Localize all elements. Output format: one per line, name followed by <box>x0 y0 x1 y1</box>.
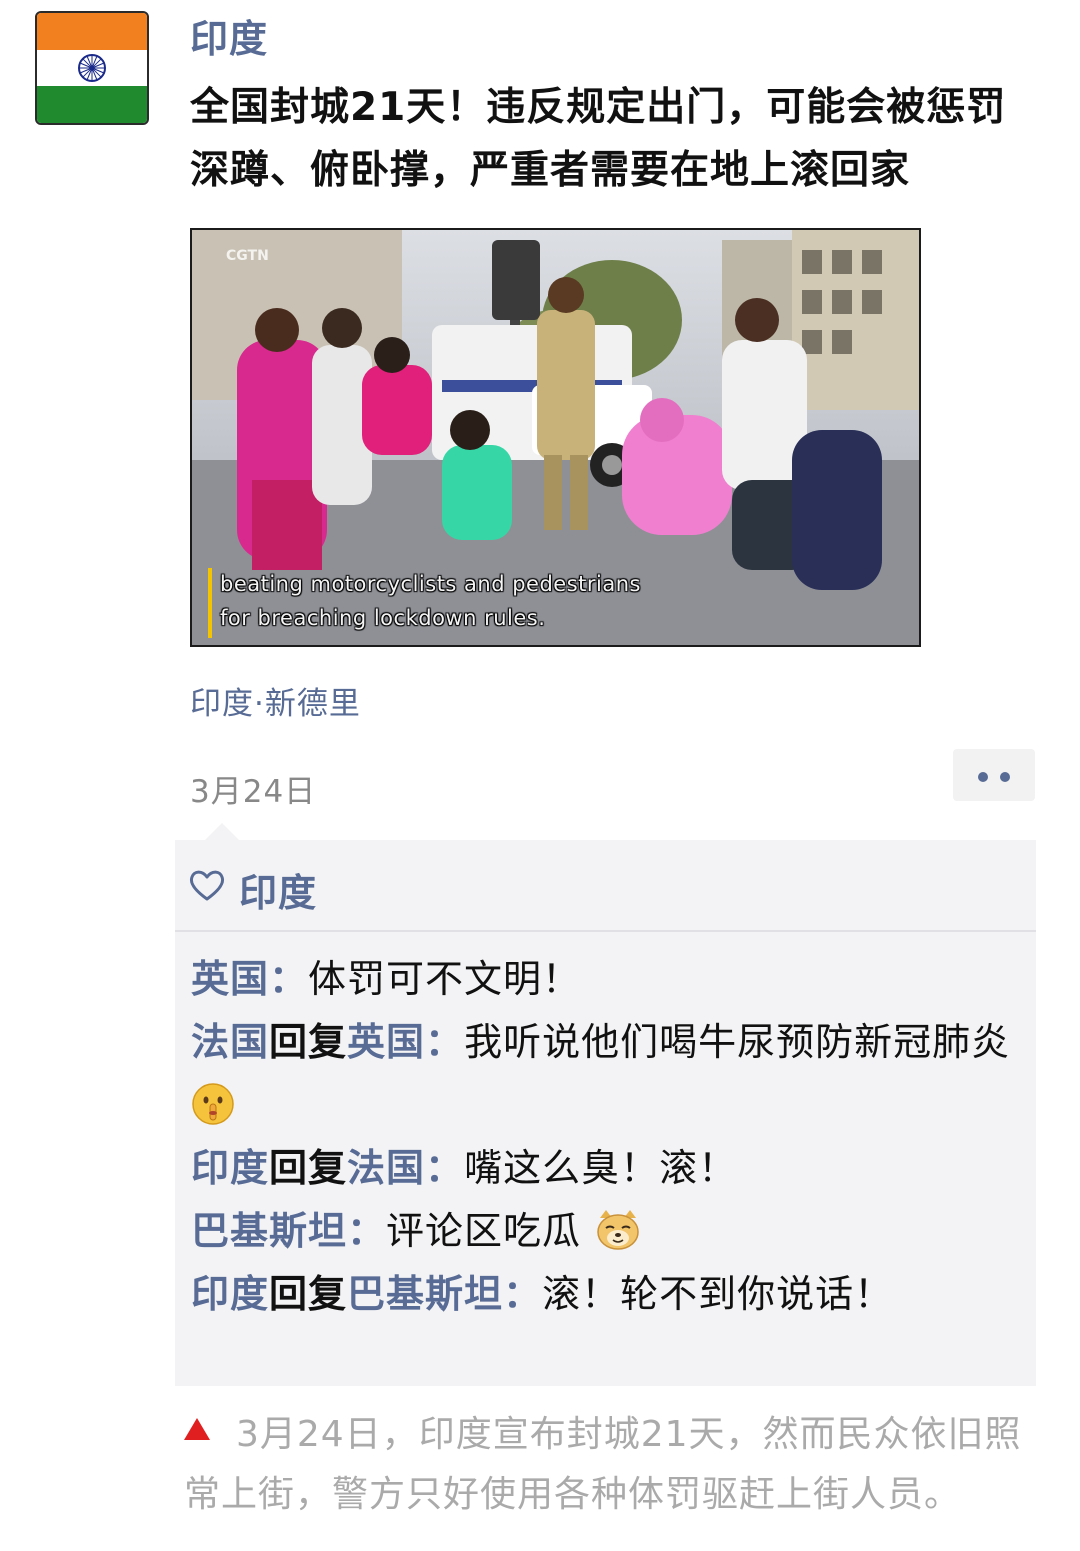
image-caption: 3月24日，印度宣布封城21天，然而民众依旧照常上街，警方只好使用各种体罚驱赶上… <box>184 1405 1034 1525</box>
image-subtitle-line-1: beating motorcyclists and pedestrians <box>220 572 641 596</box>
doge-emoji-icon <box>597 1210 639 1250</box>
comment-text: 体罚可不文明！ <box>308 957 582 1001</box>
comment-list: 英国：体罚可不文明！ 法国回复英国：我听说他们喝牛尿预防新冠肺炎 印度回复法国：… <box>191 948 1021 1326</box>
comment-author[interactable]: 印度 <box>191 1272 269 1316</box>
comment-text: 嘴这么臭！滚！ <box>464 1146 738 1190</box>
ashoka-chakra-icon <box>78 53 106 82</box>
comment-colon: ： <box>347 1209 387 1253</box>
post-headline: 全国封城21天！违反规定出门，可能会被惩罚深蹲、俯卧撑，严重者需要在地上滚回家 <box>190 85 1007 193</box>
comment-author[interactable]: 巴基斯坦 <box>191 1209 347 1253</box>
reply-target[interactable]: 法国 <box>347 1146 425 1190</box>
shush-emoji-icon <box>192 1083 234 1125</box>
caption-text: 3月24日，印度宣布封城21天，然而民众依旧照常上街，警方只好使用各种体罚驱赶上… <box>184 1414 1022 1515</box>
channel-logo: CGTN <box>226 248 269 264</box>
flag-saffron-band <box>37 13 147 50</box>
comment-author[interactable]: 印度 <box>191 1146 269 1190</box>
panel-caret <box>205 823 239 840</box>
reply-target[interactable]: 巴基斯坦 <box>347 1272 503 1316</box>
comment-item[interactable]: 印度回复巴基斯坦：滚！轮不到你说话！ <box>191 1263 1021 1326</box>
comment-panel: 印度 英国：体罚可不文明！ 法国回复英国：我听说他们喝牛尿预防新冠肺炎 印度回复… <box>175 840 1036 1386</box>
flag-green-band <box>37 86 147 123</box>
comment-text: 我听说他们喝牛尿预防新冠肺炎 <box>464 1020 1011 1064</box>
flag-white-band <box>37 49 147 87</box>
more-dot-icon <box>1000 772 1010 782</box>
reply-label: 回复 <box>269 1272 348 1316</box>
comment-colon: ： <box>503 1272 543 1316</box>
comment-colon: ： <box>425 1146 465 1190</box>
comment-colon: ： <box>425 1020 465 1064</box>
comment-item[interactable]: 印度回复法国：嘴这么臭！滚！ <box>191 1137 1021 1200</box>
author-avatar[interactable] <box>35 11 149 125</box>
reply-label: 回复 <box>269 1146 348 1190</box>
liker-name[interactable]: 印度 <box>239 862 317 917</box>
post-image[interactable]: CGTN beating motorcyclists and pedestria… <box>190 228 921 647</box>
comment-text: 评论区吃瓜 <box>386 1209 582 1253</box>
image-subtitle-line-2: for breaching lockdown rules. <box>220 606 546 630</box>
comment-author[interactable]: 英国 <box>191 957 269 1001</box>
reply-target[interactable]: 英国 <box>347 1020 425 1064</box>
comment-item[interactable]: 巴基斯坦：评论区吃瓜 <box>191 1200 1021 1263</box>
more-dot-icon <box>978 772 988 782</box>
comment-author[interactable]: 法国 <box>191 1020 269 1064</box>
post-date: 3月24日 <box>190 774 317 810</box>
comment-item[interactable]: 法国回复英国：我听说他们喝牛尿预防新冠肺炎 <box>191 1011 1021 1137</box>
comment-colon: ： <box>269 957 309 1001</box>
comment-text: 滚！轮不到你说话！ <box>542 1272 894 1316</box>
caption-marker-icon <box>184 1418 210 1440</box>
reply-label: 回复 <box>269 1020 348 1064</box>
post-location[interactable]: 印度·新德里 <box>190 678 361 723</box>
subtitle-accent-bar <box>208 568 212 638</box>
post-author-name[interactable]: 印度 <box>190 8 268 63</box>
likes-row: 印度 <box>175 840 1036 932</box>
more-options-button[interactable] <box>953 749 1035 801</box>
comment-item[interactable]: 英国：体罚可不文明！ <box>191 948 1021 1011</box>
heart-icon <box>189 870 225 901</box>
